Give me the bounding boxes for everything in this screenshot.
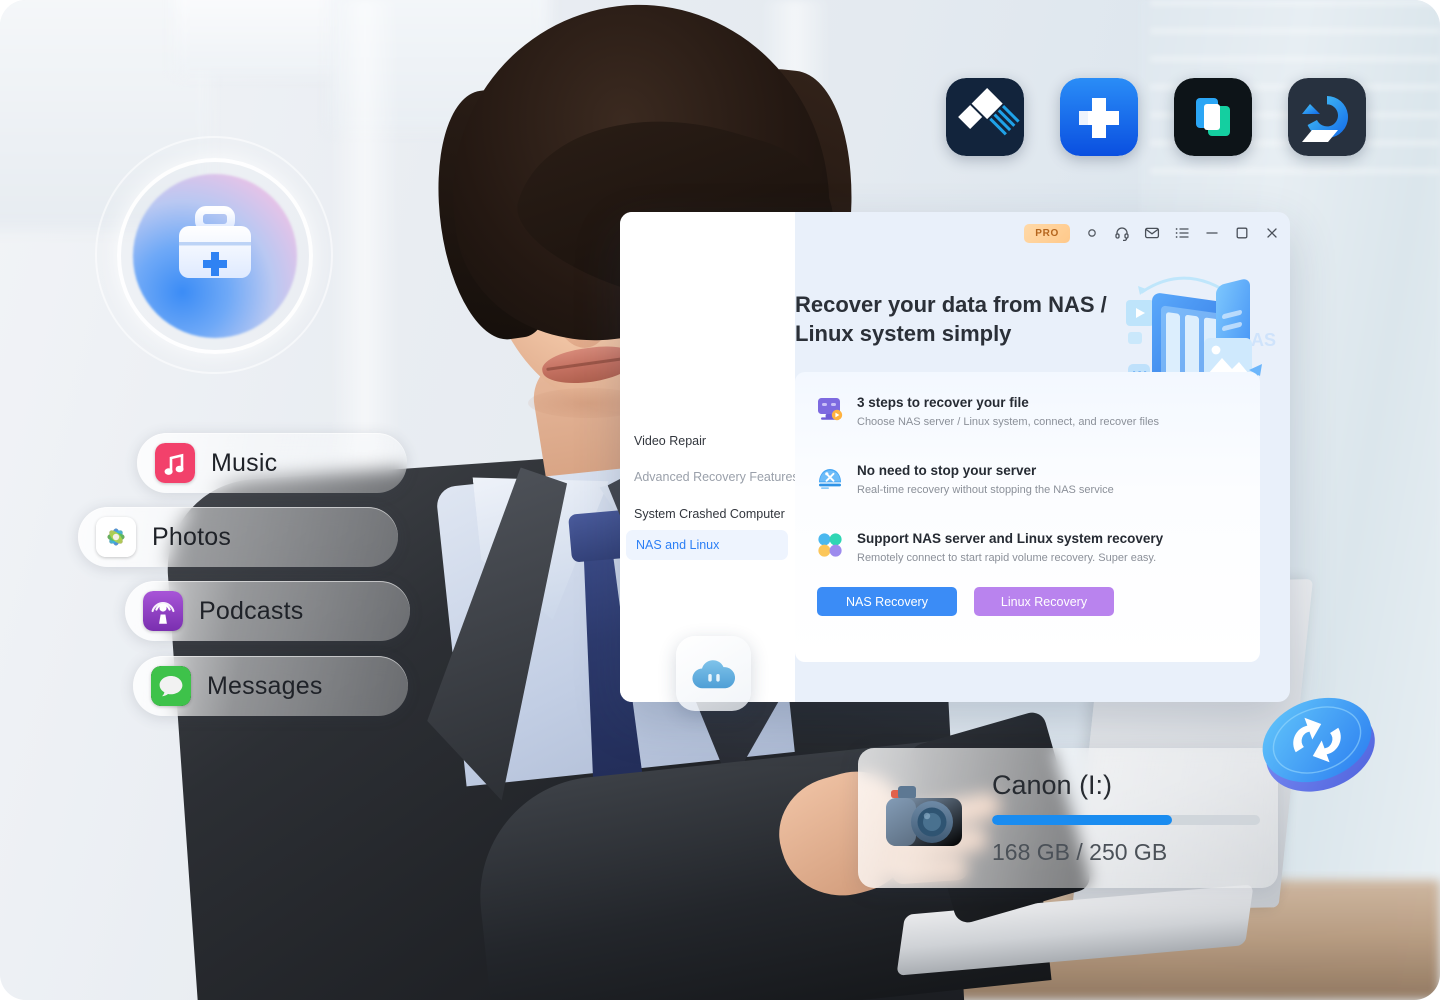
menu-list-icon[interactable] [1174, 225, 1190, 241]
feature-title: No need to stop your server [857, 463, 1037, 478]
storage-usage-text: 168 GB / 250 GB [992, 839, 1168, 865]
headset-support-icon[interactable] [1114, 225, 1130, 241]
app-pill-label: Messages [207, 671, 323, 700]
feature-item: No need to stop your server Real-time re… [817, 462, 1114, 497]
feature-desc: Remotely connect to start rapid volume r… [857, 551, 1157, 564]
sidebar-item-video-repair[interactable]: Video Repair [634, 434, 706, 448]
toolbox-badge [95, 136, 335, 374]
feature-title: 3 steps to recover your file [857, 395, 1029, 410]
sidebar-section-advanced-recovery: Advanced Recovery Features [634, 470, 799, 484]
podcasts-app-icon [143, 591, 183, 631]
app-pill-podcasts[interactable]: Podcasts [125, 581, 410, 641]
music-app-icon [155, 443, 195, 483]
app-pill-music[interactable]: Music [137, 433, 407, 493]
status-dot-icon[interactable] [1084, 225, 1100, 241]
filmora-icon[interactable] [946, 78, 1024, 156]
feature-item: 3 steps to recover your file Choose NAS … [817, 394, 1159, 429]
uniconverter-icon[interactable] [1174, 78, 1252, 156]
recoverit-icon[interactable] [1288, 78, 1366, 156]
feature-desc: Real-time recovery without stopping the … [857, 483, 1114, 496]
drive-tools-icon [819, 469, 841, 489]
mail-icon[interactable] [1144, 225, 1160, 241]
toolbox-icon [179, 206, 251, 278]
pro-badge[interactable]: PRO [1024, 223, 1070, 243]
app-pill-photos[interactable]: Photos [78, 507, 398, 567]
product-icon-row [946, 78, 1366, 156]
window-sidebar: Video Repair Advanced Recovery Features … [620, 212, 799, 702]
recoverit-window: Video Repair Advanced Recovery Features … [620, 212, 1290, 702]
monitor-play-icon [818, 398, 843, 421]
action-button-row: NAS Recovery Linux Recovery [817, 587, 1114, 616]
drfone-icon[interactable] [1060, 78, 1138, 156]
four-dots-icon [818, 533, 842, 557]
app-pill-label: Podcasts [199, 596, 304, 625]
linux-recovery-button[interactable]: Linux Recovery [974, 587, 1114, 616]
close-icon[interactable] [1264, 225, 1280, 241]
maximize-icon[interactable] [1234, 225, 1250, 241]
app-pill-label: Music [211, 448, 278, 477]
camera-icon [886, 786, 962, 846]
feature-item: Support NAS server and Linux system reco… [817, 530, 1163, 565]
cloud-backup-icon[interactable] [676, 636, 751, 711]
photos-app-icon [96, 517, 136, 557]
storage-info: Canon (I:) 168 GB / 250 GB [992, 770, 1260, 866]
nas-recovery-button[interactable]: NAS Recovery [817, 587, 957, 616]
screenshot-stage: Music Photos Podcasts Messages Video Rep… [0, 0, 1440, 1000]
sync-refresh-icon[interactable] [1253, 676, 1381, 804]
window-titlebar: PRO [1024, 218, 1280, 248]
minimize-icon[interactable] [1204, 225, 1220, 241]
page-title: Recover your data from NAS / Linux syste… [795, 292, 1107, 347]
storage-progress-fill [992, 815, 1172, 825]
sidebar-item-nas-and-linux[interactable]: NAS and Linux [626, 530, 788, 560]
feature-card: 3 steps to recover your file Choose NAS … [795, 372, 1260, 662]
feature-title: Support NAS server and Linux system reco… [857, 531, 1164, 546]
app-pill-label: Photos [152, 522, 232, 551]
storage-card: Canon (I:) 168 GB / 250 GB [858, 748, 1278, 888]
storage-progress-track [992, 815, 1260, 825]
storage-device-name: Canon (I:) [992, 770, 1113, 800]
messages-app-icon [151, 666, 191, 706]
app-pill-list: Music Photos Podcasts Messages [75, 425, 435, 755]
sidebar-item-system-crashed-computer[interactable]: System Crashed Computer [634, 507, 785, 521]
feature-desc: Choose NAS server / Linux system, connec… [857, 415, 1160, 428]
app-pill-messages[interactable]: Messages [133, 656, 408, 716]
window-body: PRO Recover your data from NAS / Linux s… [795, 212, 1290, 702]
